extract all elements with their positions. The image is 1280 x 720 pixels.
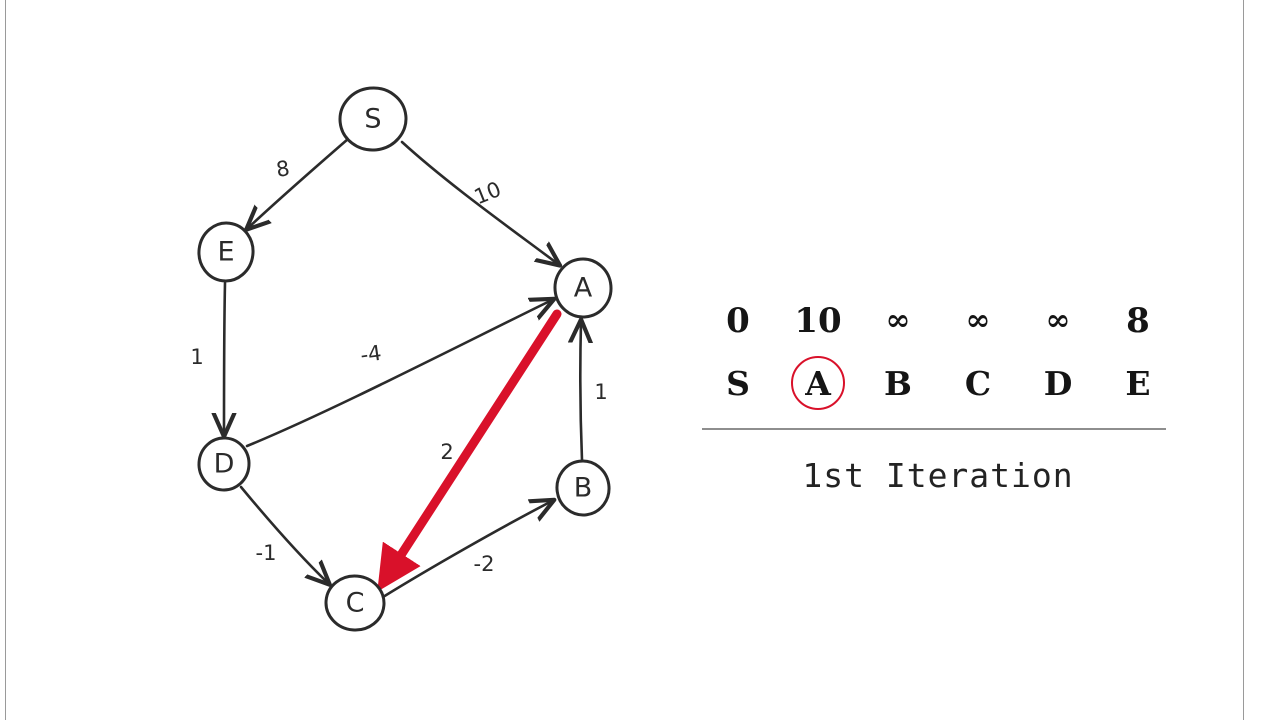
- edge-E-D: [224, 281, 225, 434]
- node-D-label: D: [214, 449, 235, 480]
- edge-weight-S-A: 10: [471, 177, 505, 209]
- vertex-cell-B[interactable]: B: [858, 356, 938, 410]
- distance-table: 0 10 ∞ ∞ ∞ 8 S A B C D E 1st Iteration: [680, 290, 1200, 550]
- vertex-cell-S[interactable]: S: [698, 356, 778, 410]
- vertex-labels-row: S A B C D E: [698, 352, 1178, 414]
- vertex-cell-C[interactable]: C: [938, 356, 1018, 410]
- edge-weight-C-B: -2: [474, 552, 495, 576]
- vertex-label-D: D: [1043, 363, 1073, 403]
- edge-D-C: [239, 485, 328, 583]
- distance-cell-D: ∞: [1045, 303, 1071, 338]
- node-C-label: C: [346, 588, 365, 619]
- edge-B-A: [580, 322, 582, 462]
- graph-edge-weights: 8 10 1 -4 -1 -2 1 2: [190, 156, 607, 576]
- iteration-caption: 1st Iteration: [802, 455, 1074, 495]
- edge-weight-B-A: 1: [594, 380, 607, 404]
- vertex-label-E: E: [1125, 363, 1151, 403]
- edge-weight-S-E: 8: [275, 156, 292, 182]
- table-divider: [702, 428, 1166, 430]
- distance-cell-A: 10: [794, 301, 842, 341]
- graph-edges: [224, 137, 582, 599]
- graph-svg: S E A D B C 8 10 1 -4 -1 -2 1 2: [190, 85, 614, 633]
- node-E[interactable]: E: [196, 220, 257, 284]
- distance-cell-E: 8: [1126, 301, 1150, 341]
- edge-weight-E-D: 1: [190, 345, 203, 369]
- distance-values-row: 0 10 ∞ ∞ ∞ 8: [698, 290, 1178, 352]
- distance-cell-B: ∞: [885, 303, 911, 338]
- distance-cell-S: 0: [726, 301, 750, 341]
- vertex-cell-A[interactable]: A: [778, 356, 858, 410]
- vertex-label-S: S: [726, 363, 750, 403]
- vertex-cell-D[interactable]: D: [1018, 356, 1098, 410]
- edge-weight-D-C: -1: [256, 541, 277, 565]
- node-D[interactable]: D: [197, 436, 251, 492]
- node-E-label: E: [217, 237, 234, 268]
- node-B[interactable]: B: [553, 458, 612, 519]
- node-S-label: S: [364, 104, 381, 135]
- node-B-label: B: [574, 473, 593, 504]
- node-A-label: A: [574, 273, 593, 304]
- edge-A-C-highlight: [377, 309, 562, 592]
- distance-cell-C: ∞: [965, 303, 991, 338]
- graph-diagram: S E A D B C 8 10 1 -4 -1 -2 1 2: [0, 0, 680, 720]
- edge-weight-A-C: 2: [440, 440, 453, 464]
- edge-D-A: [245, 300, 552, 448]
- vertex-label-B: B: [884, 363, 912, 403]
- vertex-label-C: C: [964, 363, 992, 403]
- vertex-label-A-selected: A: [791, 356, 845, 410]
- edge-weight-D-A: -4: [359, 341, 383, 368]
- node-C[interactable]: C: [324, 574, 386, 633]
- vertex-cell-E[interactable]: E: [1098, 356, 1178, 410]
- edge-S-E: [248, 137, 350, 228]
- node-S[interactable]: S: [337, 85, 409, 154]
- node-A[interactable]: A: [553, 257, 614, 320]
- right-frame-line: [1243, 0, 1244, 720]
- slide-canvas: S E A D B C 8 10 1 -4 -1 -2 1 2 0 10 ∞ ∞…: [0, 0, 1280, 720]
